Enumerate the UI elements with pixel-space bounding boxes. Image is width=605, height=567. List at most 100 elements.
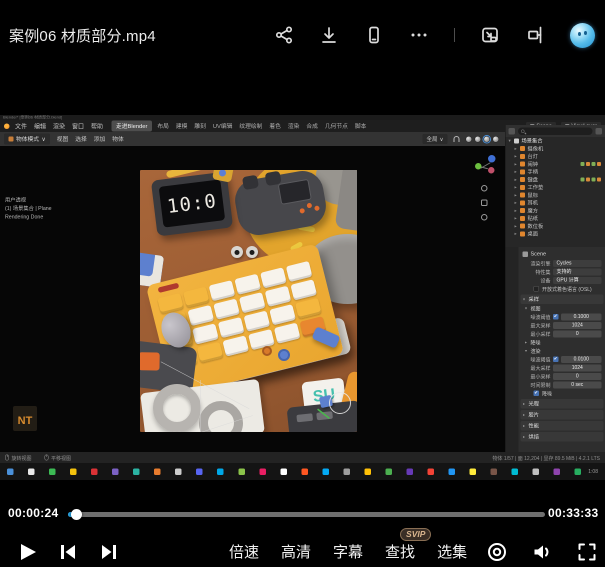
blender-logo-icon[interactable] <box>4 123 10 129</box>
record-icon[interactable] <box>485 540 508 563</box>
render-engine-dropdown[interactable]: Cycles <box>553 260 602 267</box>
outliner-item[interactable]: ▸数位板 <box>506 222 605 230</box>
zoom-icon[interactable] <box>481 185 488 192</box>
osl-checkbox[interactable] <box>534 286 540 292</box>
previous-button[interactable] <box>56 540 80 564</box>
outliner-root[interactable]: ▾场景集合 <box>506 137 605 145</box>
value-field[interactable]: 0 sec <box>553 381 602 388</box>
device-dropdown[interactable]: GPU 计算 <box>553 277 602 284</box>
workspace-tab[interactable]: 雕刻 <box>191 121 210 132</box>
orientation-selector[interactable]: 全局 ∨ <box>422 134 447 144</box>
collapsed-section[interactable]: 烘焙 <box>521 432 604 442</box>
navigation-gizmo[interactable] <box>475 154 499 178</box>
subsection-denoise[interactable]: 降噪 <box>519 338 605 347</box>
outliner-item[interactable]: ▸台灯 <box>506 153 605 161</box>
picture-in-picture-icon[interactable] <box>480 25 500 45</box>
outliner-item[interactable]: ▸桌面 <box>506 230 605 238</box>
search-button[interactable]: 查找SVIP <box>385 541 415 562</box>
axis-x-icon[interactable] <box>488 167 495 174</box>
icon-dot <box>448 468 455 475</box>
viewport-menus: 视图选择添加物体 <box>53 134 127 144</box>
outliner-search[interactable] <box>518 127 593 135</box>
outliner-item[interactable]: ▸手柄 <box>506 168 605 176</box>
cast-to-phone-icon[interactable] <box>364 25 384 45</box>
outliner-item[interactable]: ▸贴纸 <box>506 215 605 223</box>
quality-button[interactable]: 高清 <box>281 541 311 562</box>
editor-type-icon[interactable] <box>509 128 516 135</box>
outliner-item[interactable]: ▸魔方 <box>506 207 605 215</box>
collapsed-section[interactable]: 性能 <box>521 421 604 431</box>
workspace-tab[interactable]: UV编辑 <box>209 121 235 132</box>
viewport-menu-item[interactable]: 添加 <box>90 134 109 144</box>
feature-set-dropdown[interactable]: 支持的 <box>553 268 602 275</box>
menu-item[interactable]: 帮助 <box>88 121 107 132</box>
download-icon[interactable] <box>319 25 339 45</box>
viewport-menu-item[interactable]: 物体 <box>109 134 128 144</box>
workspace-tab[interactable]: 渲染 <box>284 121 303 132</box>
workspace-tab[interactable]: 脚本 <box>351 121 370 132</box>
object-label: 台灯 <box>528 153 539 161</box>
shading-solid-icon[interactable] <box>475 136 482 143</box>
video-area[interactable]: Blender* [案例06 材质部分.blend] 文件编辑渲染窗口帮助 走进… <box>0 115 605 480</box>
overlay-render-status: Rendering Done <box>5 213 52 222</box>
episodes-button[interactable]: 选集 <box>437 541 467 562</box>
pan-hand-icon[interactable] <box>481 200 488 207</box>
workspace-tab[interactable]: 几何节点 <box>321 121 351 132</box>
collapsed-section[interactable]: 胶片 <box>521 410 604 420</box>
axis-z-icon[interactable] <box>488 155 496 163</box>
outliner-item[interactable]: ▸鼠标 <box>506 191 605 199</box>
subsection-viewport[interactable]: 视图 <box>519 304 605 313</box>
menu-item[interactable]: 窗口 <box>69 121 88 132</box>
workspace-tab[interactable]: 合成 <box>303 121 322 132</box>
assistant-ball-icon[interactable] <box>570 23 595 48</box>
outliner-item[interactable]: ▸工作垫 <box>506 184 605 192</box>
mode-selector[interactable]: 物体模式 ∨ <box>4 134 50 145</box>
overlay-collection: (1) 场景集合 | Plane <box>5 205 52 214</box>
share-icon[interactable] <box>274 25 294 45</box>
dock-to-side-icon[interactable] <box>525 25 545 45</box>
shading-wireframe-icon[interactable] <box>466 136 473 143</box>
workspace-tab[interactable]: 布局 <box>154 121 173 132</box>
viewport-menu-item[interactable]: 选择 <box>72 134 91 144</box>
menu-item[interactable]: 文件 <box>12 121 31 132</box>
subsection-render[interactable]: 渲染 <box>519 347 605 356</box>
outliner-item[interactable]: ▸闹钟 <box>506 160 605 168</box>
collapsed-section[interactable]: 光程 <box>521 399 604 409</box>
volume-icon[interactable] <box>530 540 553 563</box>
workspace-tab[interactable]: 着色 <box>266 121 285 132</box>
outliner-item[interactable]: ▸耳机 <box>506 199 605 207</box>
fullscreen-icon[interactable] <box>575 540 598 563</box>
play-button[interactable] <box>15 540 39 564</box>
section-sampling[interactable]: 采样 <box>521 295 604 305</box>
noise-threshold-checkbox[interactable] <box>553 314 559 320</box>
viewport-menu-item[interactable]: 视图 <box>53 134 72 144</box>
value-field[interactable]: 1024 <box>553 322 602 329</box>
progress-handle[interactable] <box>71 509 82 520</box>
outliner-item[interactable]: ▸摄像机 <box>506 145 605 153</box>
progress-track[interactable] <box>68 512 545 517</box>
value-field[interactable]: 1024 <box>553 364 602 371</box>
value-field[interactable]: 0 <box>553 330 602 337</box>
snap-magnet-icon[interactable] <box>454 136 460 142</box>
outliner-item[interactable]: ▸键盘 <box>506 176 605 184</box>
menu-item[interactable]: 渲染 <box>50 121 69 132</box>
next-button[interactable] <box>97 540 121 564</box>
axis-y-icon[interactable] <box>475 163 482 170</box>
value-field[interactable]: 0.0100 <box>561 356 602 363</box>
workspace-tab[interactable]: 建模 <box>172 121 191 132</box>
taskbar-app-icons[interactable] <box>7 468 581 475</box>
filter-icon[interactable] <box>596 128 603 135</box>
speed-button[interactable]: 倍速 <box>229 541 259 562</box>
value-field[interactable]: 0.1000 <box>561 313 602 320</box>
camera-view-icon[interactable] <box>481 214 488 221</box>
shading-material-icon[interactable] <box>484 136 491 143</box>
denoise-checkbox[interactable] <box>534 391 540 397</box>
workspace-tab-active[interactable]: 走进Blender <box>112 121 152 132</box>
menu-item[interactable]: 编辑 <box>31 121 50 132</box>
workspace-tab[interactable]: 纹理绘制 <box>236 121 266 132</box>
noise-threshold-checkbox[interactable] <box>553 357 559 363</box>
shading-rendered-icon[interactable] <box>493 136 500 143</box>
more-options-icon[interactable] <box>409 25 429 45</box>
value-field[interactable]: 0 <box>553 373 602 380</box>
subtitles-button[interactable]: 字幕 <box>333 541 363 562</box>
